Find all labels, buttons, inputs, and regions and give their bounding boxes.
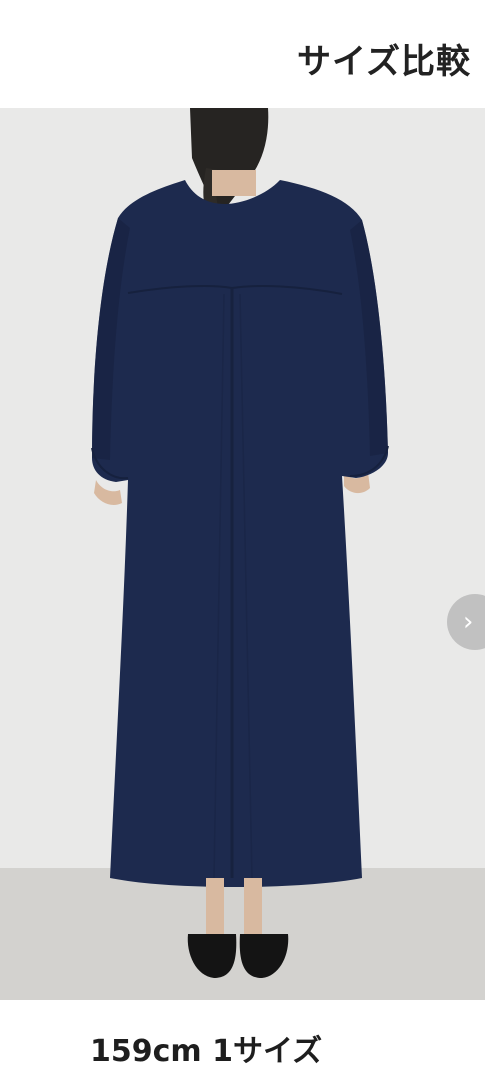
product-size-page: サイズ比較 › 159cm 1サイズ: [0, 0, 485, 1080]
model-back-view-illustration: [0, 108, 485, 1000]
model-right-leg: [244, 878, 262, 938]
model-left-leg: [206, 878, 224, 938]
page-title: サイズ比較: [297, 42, 471, 82]
product-photo: ›: [0, 108, 485, 1000]
chevron-right-icon: ›: [463, 607, 474, 637]
size-caption: 159cm 1サイズ: [90, 1034, 323, 1069]
model-neck: [212, 170, 256, 196]
